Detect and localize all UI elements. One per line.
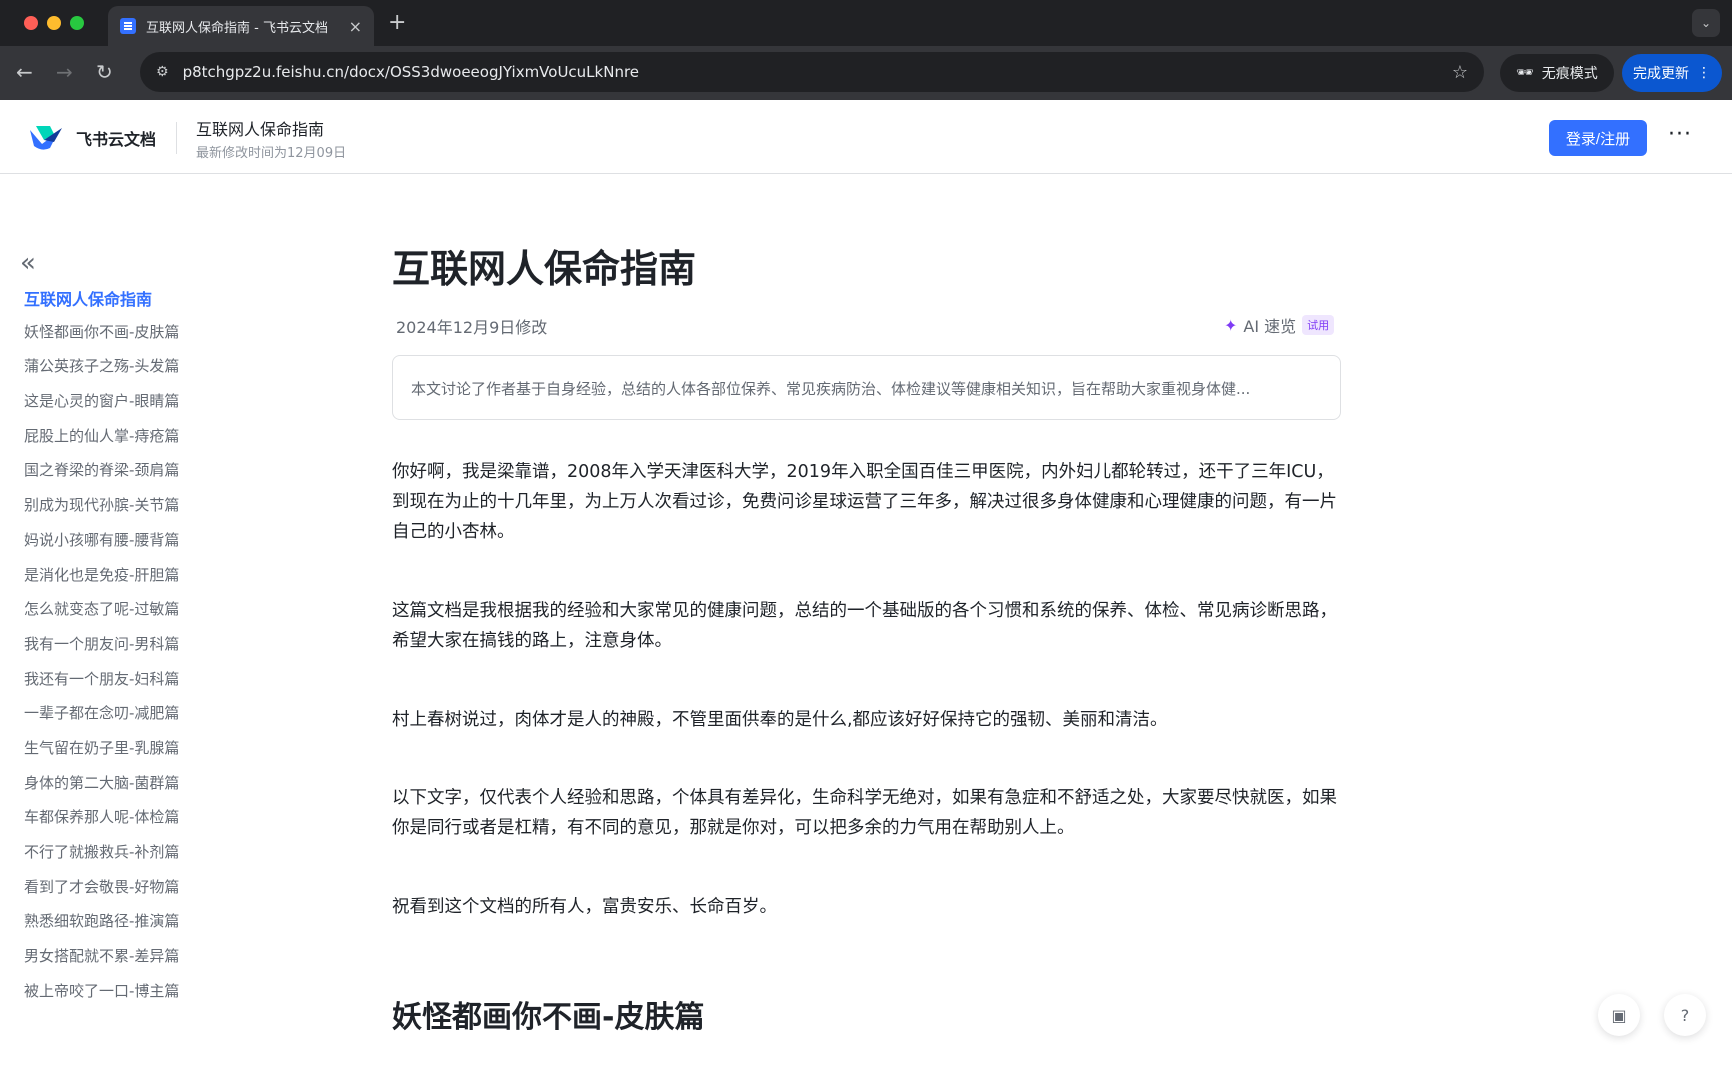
- paragraph: 以下文字，仅代表个人经验和思路，个体具有差异化，生命科学无绝对，如果有急症和不舒…: [392, 788, 1337, 838]
- incognito-label: 无痕模式: [1541, 66, 1598, 82]
- reload-icon[interactable]: ↻: [96, 60, 113, 84]
- outline-item[interactable]: 我有一个朋友问-男科篇: [24, 633, 224, 668]
- update-label: 完成更新: [1633, 66, 1689, 82]
- modified-date: 2024年12月9日修改: [396, 318, 548, 337]
- outline-item[interactable]: 不行了就搬救兵-补剂篇: [24, 841, 224, 876]
- close-window-button[interactable]: [24, 16, 38, 30]
- collapse-outline-icon[interactable]: «: [20, 250, 36, 276]
- header-doc-title: 互联网人保命指南: [196, 120, 325, 139]
- tab-search-chevron-icon[interactable]: ⌄: [1692, 9, 1720, 37]
- outline-item[interactable]: 蒲公英孩子之殇-头发篇: [24, 355, 224, 390]
- address-bar[interactable]: ⚙ p8tchgpz2u.feishu.cn/docx/OSS3dwoeeogJ…: [140, 52, 1484, 92]
- forward-arrow-icon[interactable]: →: [56, 60, 73, 84]
- outline-item[interactable]: 熟悉细软跑路径-推演篇: [24, 910, 224, 945]
- outline-item[interactable]: 男女搭配就不累-差异篇: [24, 945, 224, 980]
- brand-name[interactable]: 飞书云文档: [76, 126, 156, 150]
- outline-item[interactable]: 生气留在奶子里-乳腺篇: [24, 737, 224, 772]
- outline-item[interactable]: 车都保养那人呢-体检篇: [24, 806, 224, 841]
- browser-tab[interactable]: 互联网人保命指南 - 飞书云文档 ×: [108, 6, 374, 46]
- help-icon[interactable]: ?: [1664, 994, 1706, 1036]
- sparkle-icon: ✦: [1224, 315, 1238, 335]
- site-settings-icon[interactable]: ⚙: [156, 64, 169, 80]
- paragraph: 祝看到这个文档的所有人，富贵安乐、长命百岁。: [392, 897, 777, 917]
- outline-item[interactable]: 国之脊梁的脊梁-颈肩篇: [24, 459, 224, 494]
- ai-summary-box[interactable]: 本文讨论了作者基于自身经验，总结的人体各部位保养、常见疾病防治、体检建议等健康相…: [392, 355, 1341, 420]
- new-tab-button[interactable]: +: [388, 10, 406, 35]
- close-tab-icon[interactable]: ×: [349, 17, 362, 36]
- feishu-logo-icon: [30, 126, 62, 150]
- back-arrow-icon[interactable]: ←: [16, 60, 33, 84]
- outline-item[interactable]: 看到了才会敬畏-好物篇: [24, 876, 224, 911]
- incognito-badge[interactable]: 🕶 无痕模式: [1500, 54, 1614, 92]
- ai-summary-button[interactable]: ✦ AI 速览 试用: [1224, 313, 1335, 337]
- url-text[interactable]: p8tchgpz2u.feishu.cn/docx/OSS3dwoeeogJYi…: [183, 63, 1452, 81]
- document-tool-icon[interactable]: ▣: [1598, 994, 1640, 1036]
- window-controls: [24, 16, 84, 30]
- outline-item[interactable]: 这是心灵的窗户-眼睛篇: [24, 390, 224, 425]
- outline-item[interactable]: 别成为现代孙膑-关节篇: [24, 494, 224, 529]
- outline-item[interactable]: 被上帝咬了一口-博主篇: [24, 980, 224, 1015]
- outline-item[interactable]: 妖怪都画你不画-皮肤篇: [24, 321, 224, 356]
- trial-badge: 试用: [1302, 315, 1335, 335]
- app-header: 飞书云文档 互联网人保命指南 最新修改时间为12月09日 登录/注册 ···: [0, 100, 1732, 174]
- header-divider: [176, 122, 177, 154]
- document-title: 互联网人保命指南: [392, 247, 697, 291]
- feishu-doc-favicon-icon: [120, 18, 136, 34]
- tab-title: 互联网人保命指南 - 飞书云文档: [146, 20, 328, 36]
- incognito-icon: 🕶: [1516, 65, 1534, 81]
- section-heading: 妖怪都画你不画-皮肤篇: [392, 1000, 705, 1035]
- outline-item[interactable]: 互联网人保命指南: [24, 286, 224, 321]
- browser-tab-bar: 互联网人保命指南 - 飞书云文档 × + ⌄: [0, 0, 1732, 46]
- browser-toolbar: ← → ↻ ⚙ p8tchgpz2u.feishu.cn/docx/OSS3dw…: [0, 46, 1732, 100]
- document-outline: 互联网人保命指南 妖怪都画你不画-皮肤篇 蒲公英孩子之殇-头发篇 这是心灵的窗户…: [24, 286, 224, 1014]
- paragraph: 你好啊，我是梁靠谱，2008年入学天津医科大学，2019年入职全国百佳三甲医院，…: [392, 462, 1337, 542]
- star-icon[interactable]: ☆: [1452, 62, 1468, 83]
- outline-item[interactable]: 怎么就变态了呢-过敏篇: [24, 598, 224, 633]
- paragraph: 村上春树说过，肉体才是人的神殿，不管里面供奉的是什么,都应该好好保持它的强韧、美…: [392, 710, 1168, 730]
- more-options-icon[interactable]: ···: [1668, 122, 1692, 147]
- outline-item[interactable]: 一辈子都在念叨-减肥篇: [24, 702, 224, 737]
- outline-item[interactable]: 我还有一个朋友-妇科篇: [24, 668, 224, 703]
- maximize-window-button[interactable]: [70, 16, 84, 30]
- outline-item[interactable]: 是消化也是免疫-肝胆篇: [24, 564, 224, 599]
- update-button[interactable]: 完成更新 ⋮: [1622, 54, 1722, 92]
- login-register-button[interactable]: 登录/注册: [1549, 120, 1647, 156]
- header-last-modified: 最新修改时间为12月09日: [196, 146, 347, 161]
- kebab-menu-icon[interactable]: ⋮: [1697, 65, 1711, 81]
- outline-item[interactable]: 身体的第二大脑-菌群篇: [24, 772, 224, 807]
- paragraph: 这篇文档是我根据我的经验和大家常见的健康问题，总结的一个基础版的各个习惯和系统的…: [392, 601, 1337, 651]
- minimize-window-button[interactable]: [47, 16, 61, 30]
- outline-item[interactable]: 妈说小孩哪有腰-腰背篇: [24, 529, 224, 564]
- outline-item[interactable]: 屁股上的仙人掌-痔疮篇: [24, 425, 224, 460]
- ai-summary-label: AI 速览: [1243, 317, 1297, 336]
